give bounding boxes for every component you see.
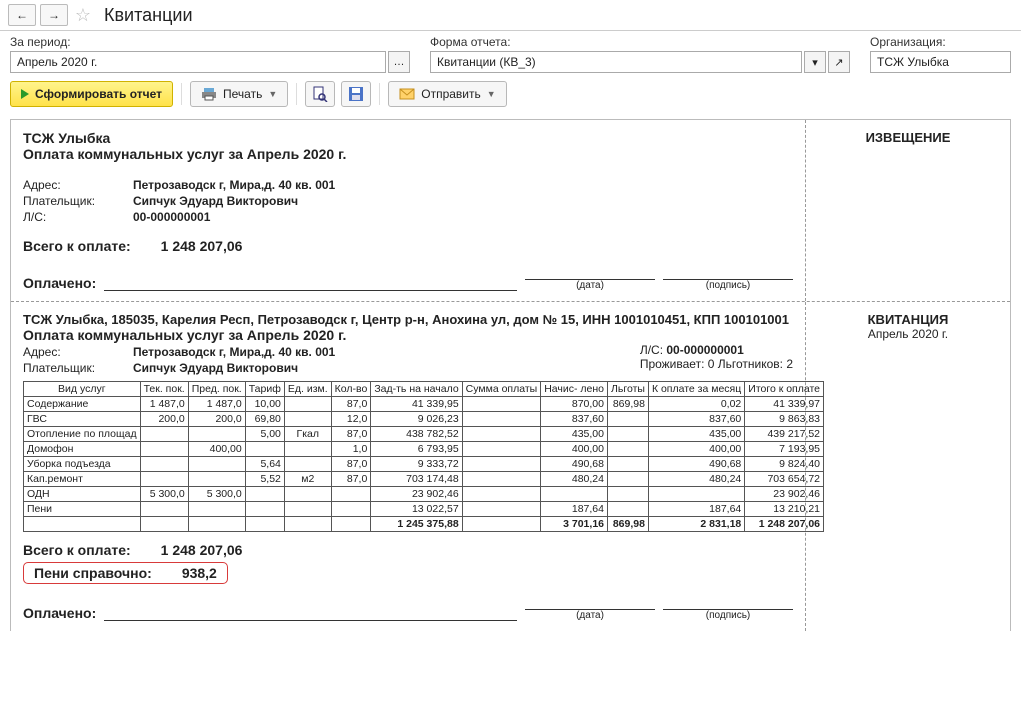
filters-row: За период: Апрель 2020 г. … Форма отчета… bbox=[0, 31, 1021, 75]
notice-org: ТСЖ Улыбка bbox=[23, 130, 793, 146]
chevron-down-icon: ▼ bbox=[268, 89, 277, 99]
print-button[interactable]: Печать ▼ bbox=[190, 81, 288, 107]
receipt-title: Оплата коммунальных услуг за Апрель 2020… bbox=[23, 327, 793, 343]
back-button[interactable]: ← bbox=[8, 4, 36, 26]
table-row: Уборка подъезда5,6487,09 333,72490,68490… bbox=[24, 457, 824, 472]
form-open-button[interactable]: ↗ bbox=[828, 51, 850, 73]
receipt-side: КВИТАНЦИЯ Апрель 2020 г. bbox=[806, 302, 1010, 631]
arrow-left-icon: ← bbox=[16, 8, 28, 22]
table-row: Кап.ремонт5,52м287,0703 174,48480,24480,… bbox=[24, 472, 824, 487]
table-row: ГВС200,0200,069,8012,09 026,23837,60837,… bbox=[24, 412, 824, 427]
diskette-icon bbox=[348, 86, 364, 102]
notice-side-label: ИЗВЕЩЕНИЕ bbox=[806, 120, 1010, 301]
favorite-icon[interactable]: ☆ bbox=[72, 4, 94, 26]
preview-button[interactable] bbox=[305, 81, 335, 107]
services-table: Вид услуг Тек. пок. Пред. пок. Тариф Ед.… bbox=[23, 381, 824, 532]
forward-button[interactable]: → bbox=[40, 4, 68, 26]
form-dropdown-button[interactable]: ▾ bbox=[804, 51, 826, 73]
arrow-right-icon: → bbox=[48, 8, 60, 22]
table-row: ОДН5 300,05 300,023 902,4623 902,46 bbox=[24, 487, 824, 502]
peni-highlight: Пени справочно:938,2 bbox=[23, 562, 228, 584]
envelope-icon bbox=[399, 86, 415, 102]
window-title: Квитанции bbox=[104, 5, 193, 26]
play-icon bbox=[21, 89, 29, 99]
org-label: Организация: bbox=[870, 35, 1011, 49]
save-button[interactable] bbox=[341, 81, 371, 107]
table-row: Домофон400,001,06 793,95400,00400,007 19… bbox=[24, 442, 824, 457]
period-select-button[interactable]: … bbox=[388, 51, 410, 73]
form-field[interactable]: Квитанции (КВ_3) bbox=[430, 51, 802, 73]
org-field[interactable]: ТСЖ Улыбка bbox=[870, 51, 1011, 73]
table-row: Содержание1 487,01 487,010,0087,041 339,… bbox=[24, 397, 824, 412]
table-row: Пени13 022,57187,64187,6413 210,21 bbox=[24, 502, 824, 517]
form-label: Форма отчета: bbox=[430, 35, 850, 49]
period-field[interactable]: Апрель 2020 г. bbox=[10, 51, 386, 73]
paid-amount-line bbox=[104, 277, 517, 291]
receipt-header: ТСЖ Улыбка, 185035, Карелия Респ, Петроз… bbox=[23, 312, 793, 327]
printer-icon bbox=[201, 86, 217, 102]
send-button[interactable]: Отправить ▼ bbox=[388, 81, 506, 107]
notice-section: ТСЖ Улыбка Оплата коммунальных услуг за … bbox=[11, 120, 1010, 302]
period-label: За период: bbox=[10, 35, 410, 49]
receipt-section: ТСЖ Улыбка, 185035, Карелия Респ, Петроз… bbox=[11, 302, 1010, 631]
table-row: Отопление по площад5,00Гкал87,0438 782,5… bbox=[24, 427, 824, 442]
chevron-down-icon: ▼ bbox=[487, 89, 496, 99]
titlebar: ← → ☆ Квитанции bbox=[0, 0, 1021, 31]
document-area: ТСЖ Улыбка Оплата коммунальных услуг за … bbox=[10, 119, 1011, 631]
magnifier-page-icon bbox=[312, 86, 328, 102]
toolbar: Сформировать отчет Печать ▼ Отправить ▼ bbox=[0, 75, 1021, 113]
generate-report-button[interactable]: Сформировать отчет bbox=[10, 81, 173, 107]
notice-title: Оплата коммунальных услуг за Апрель 2020… bbox=[23, 146, 793, 162]
